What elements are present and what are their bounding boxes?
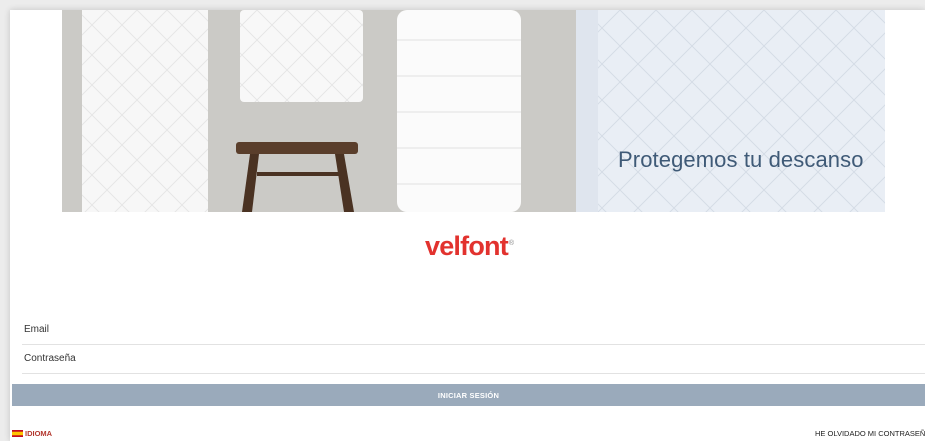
spain-flag-icon (12, 430, 23, 437)
email-field[interactable] (22, 320, 925, 342)
language-selector[interactable]: IDIOMA (12, 429, 52, 438)
logo-text: velfont (425, 231, 509, 261)
email-underline (22, 344, 925, 345)
login-card: Protegemos tu descanso velfont® Email Co… (10, 10, 925, 441)
hero-tagline: Protegemos tu descanso (618, 147, 864, 172)
password-underline (22, 373, 925, 374)
registered-mark: ® (508, 240, 515, 247)
forgot-password-link[interactable]: HE OLVIDADO MI CONTRASEÑA (815, 429, 925, 438)
velfont-logo: velfont® (425, 233, 514, 260)
password-field[interactable] (22, 349, 925, 371)
hero-image (62, 10, 885, 212)
language-label: IDIOMA (25, 429, 53, 438)
login-button[interactable]: INICIAR SESIÓN (12, 384, 925, 406)
hero-banner: Protegemos tu descanso (62, 10, 885, 212)
